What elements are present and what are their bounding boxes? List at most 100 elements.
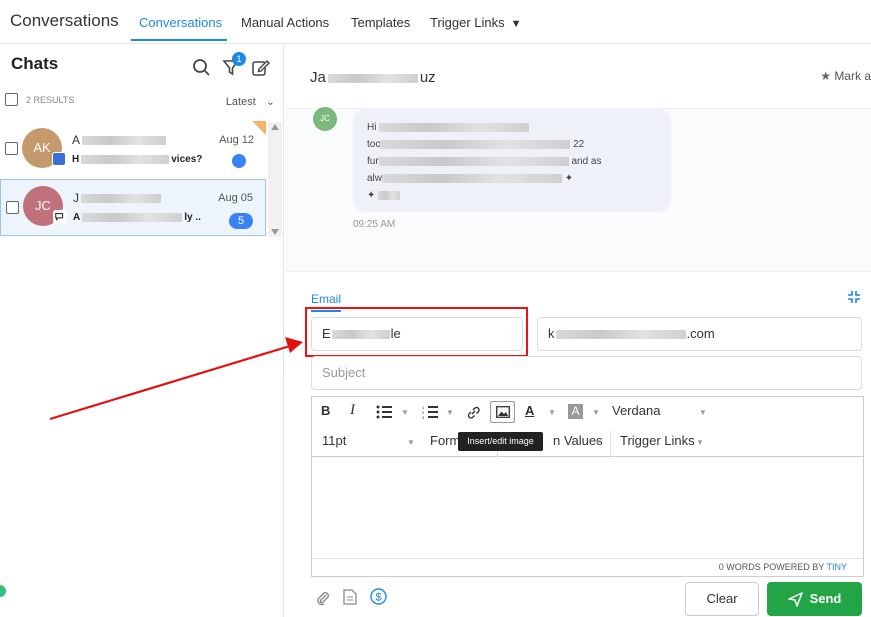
send-icon bbox=[788, 592, 803, 607]
contact-name-start: Ja bbox=[310, 69, 326, 86]
insert-image-button[interactable] bbox=[490, 401, 515, 423]
message-bubble: Hi toc 22 fur and as alw ✦ ✦ bbox=[353, 109, 671, 212]
message-fragment: and as bbox=[571, 156, 602, 167]
list-item[interactable]: AK A Hvices? Aug 12 bbox=[0, 121, 266, 179]
message-line: fur bbox=[367, 156, 379, 167]
unread-count: 5 bbox=[229, 213, 253, 229]
to-field[interactable]: k .com bbox=[537, 317, 862, 351]
font-size-select[interactable]: 11pt bbox=[322, 433, 346, 448]
svg-text:3: 3 bbox=[422, 415, 425, 419]
emoji-icon: ✦ bbox=[367, 190, 376, 201]
text-color-button[interactable]: A bbox=[525, 403, 534, 418]
subject-input[interactable]: Subject bbox=[311, 356, 862, 390]
contact-name-end: uz bbox=[419, 69, 436, 86]
chat-preview-text: A bbox=[73, 212, 81, 223]
annotation-highlight-box bbox=[305, 307, 528, 357]
svg-text:$: $ bbox=[375, 592, 381, 604]
scroll-down-icon[interactable] bbox=[271, 229, 279, 235]
chat-preview: Aly .. bbox=[73, 212, 201, 223]
tab-conversations[interactable]: Conversations bbox=[139, 15, 222, 30]
editor-toolbar-row-2: 11pt ▼ Form n Values ▼ Trigger Links ▼ bbox=[312, 427, 863, 457]
editor-toolbar-row-1: B I ▼ 123 ▼ A ▼ A ▼ Verdana ▼ bbox=[312, 397, 863, 427]
sort-dropdown[interactable]: Latest ⌄ bbox=[226, 95, 275, 108]
to-end: .com bbox=[686, 326, 715, 341]
chat-checkbox[interactable] bbox=[5, 142, 18, 155]
send-label: Send bbox=[809, 591, 842, 606]
chevron-down-icon[interactable]: ▼ bbox=[592, 408, 600, 417]
to-start: k bbox=[548, 326, 555, 341]
collapse-icon[interactable] bbox=[847, 290, 861, 304]
toolbar-divider bbox=[610, 431, 611, 459]
chevron-down-icon[interactable]: ▼ bbox=[401, 408, 409, 417]
scroll-up-icon[interactable] bbox=[271, 124, 279, 130]
chats-title: Chats bbox=[11, 54, 59, 73]
payment-icon[interactable]: $ bbox=[370, 588, 387, 605]
results-row: 2 RESULTS Latest ⌄ bbox=[5, 92, 275, 110]
link-icon[interactable] bbox=[466, 405, 481, 420]
document-icon[interactable] bbox=[343, 589, 357, 605]
editor-body[interactable] bbox=[312, 458, 863, 558]
chevron-down-icon[interactable]: ▼ bbox=[594, 438, 602, 447]
sidebar-scrollbar[interactable] bbox=[268, 122, 282, 237]
chevron-down-icon[interactable]: ▼ bbox=[696, 438, 704, 447]
chat-preview-tail: vices? bbox=[171, 154, 203, 165]
tab-email[interactable]: Email bbox=[311, 292, 341, 306]
select-all-checkbox[interactable] bbox=[5, 93, 18, 106]
chevron-down-icon[interactable]: ▼ bbox=[699, 408, 707, 417]
bold-button[interactable]: B bbox=[321, 403, 330, 418]
font-family-select[interactable]: Verdana bbox=[612, 403, 660, 418]
chat-name-text: A bbox=[72, 133, 81, 147]
chat-preview: Hvices? bbox=[72, 154, 202, 165]
message-composer: Email Ele k .com Subject B I ▼ 123 ▼ A ▼ … bbox=[285, 284, 871, 617]
app-title: Conversations bbox=[10, 11, 119, 30]
image-icon bbox=[496, 406, 510, 418]
chevron-down-icon: ⌄ bbox=[265, 96, 275, 108]
flag-corner-icon bbox=[252, 121, 266, 135]
send-button[interactable]: Send bbox=[767, 582, 862, 616]
contact-name: Ja uz bbox=[310, 69, 436, 86]
bullet-list-icon[interactable] bbox=[376, 405, 392, 419]
unread-indicator bbox=[232, 154, 246, 168]
rich-text-editor: B I ▼ 123 ▼ A ▼ A ▼ Verdana ▼ 11pt ▼ For… bbox=[311, 396, 864, 577]
sort-label: Latest bbox=[225, 96, 256, 108]
results-count: 2 RESULTS bbox=[26, 95, 75, 105]
italic-button[interactable]: I bbox=[350, 402, 355, 419]
numbered-list-icon[interactable]: 123 bbox=[422, 405, 438, 419]
chat-date: Aug 12 bbox=[219, 134, 254, 146]
sender-avatar: JC bbox=[313, 107, 337, 131]
message-fragment: 22 bbox=[573, 139, 585, 150]
paperclip-icon[interactable] bbox=[315, 590, 331, 606]
search-icon[interactable] bbox=[192, 58, 212, 78]
tab-trigger-links[interactable]: Trigger Links ▼ bbox=[430, 15, 522, 30]
chat-preview-text: H bbox=[72, 154, 80, 165]
message-line: toc bbox=[367, 139, 381, 150]
mark-as-button[interactable]: ★ Mark a bbox=[820, 69, 871, 83]
mark-as-label: Mark a bbox=[834, 69, 871, 83]
list-item[interactable]: JC J Aly .. Aug 05 5 bbox=[0, 179, 266, 236]
trigger-links-select[interactable]: Trigger Links bbox=[620, 433, 695, 448]
chat-checkbox[interactable] bbox=[6, 201, 19, 214]
message-line: alw bbox=[367, 173, 383, 184]
editor-status-bar: 0 WORDS POWERED BY TINY bbox=[312, 558, 863, 576]
clear-button[interactable]: Clear bbox=[685, 582, 759, 616]
tab-manual-actions[interactable]: Manual Actions bbox=[241, 15, 329, 30]
top-navigation: Conversations Conversations Manual Actio… bbox=[0, 0, 871, 44]
chevron-down-icon: ▼ bbox=[510, 18, 522, 30]
chevron-down-icon[interactable]: ▼ bbox=[446, 408, 454, 417]
message-line: Hi bbox=[367, 122, 377, 133]
chat-date: Aug 05 bbox=[218, 192, 253, 204]
tab-trigger-links-label: Trigger Links bbox=[430, 15, 505, 30]
chat-bubble-icon bbox=[53, 210, 67, 224]
background-color-button[interactable]: A bbox=[568, 404, 583, 419]
tiny-brand[interactable]: TINY bbox=[826, 562, 847, 572]
chat-name-text: J bbox=[73, 191, 79, 205]
compose-icon[interactable] bbox=[251, 58, 271, 78]
insert-image-tooltip: Insert/edit image bbox=[458, 432, 543, 451]
chats-sidebar: Chats 1 2 RESULTS Latest ⌄ AK A Hvices? A… bbox=[0, 44, 284, 617]
chevron-down-icon[interactable]: ▼ bbox=[407, 438, 415, 447]
chevron-down-icon[interactable]: ▼ bbox=[548, 408, 556, 417]
emoji-icon: ✦ bbox=[564, 173, 574, 184]
word-count: 0 WORDS POWERED BY bbox=[718, 562, 825, 572]
tab-templates[interactable]: Templates bbox=[351, 15, 410, 30]
formats-select[interactable]: Form bbox=[430, 433, 460, 448]
